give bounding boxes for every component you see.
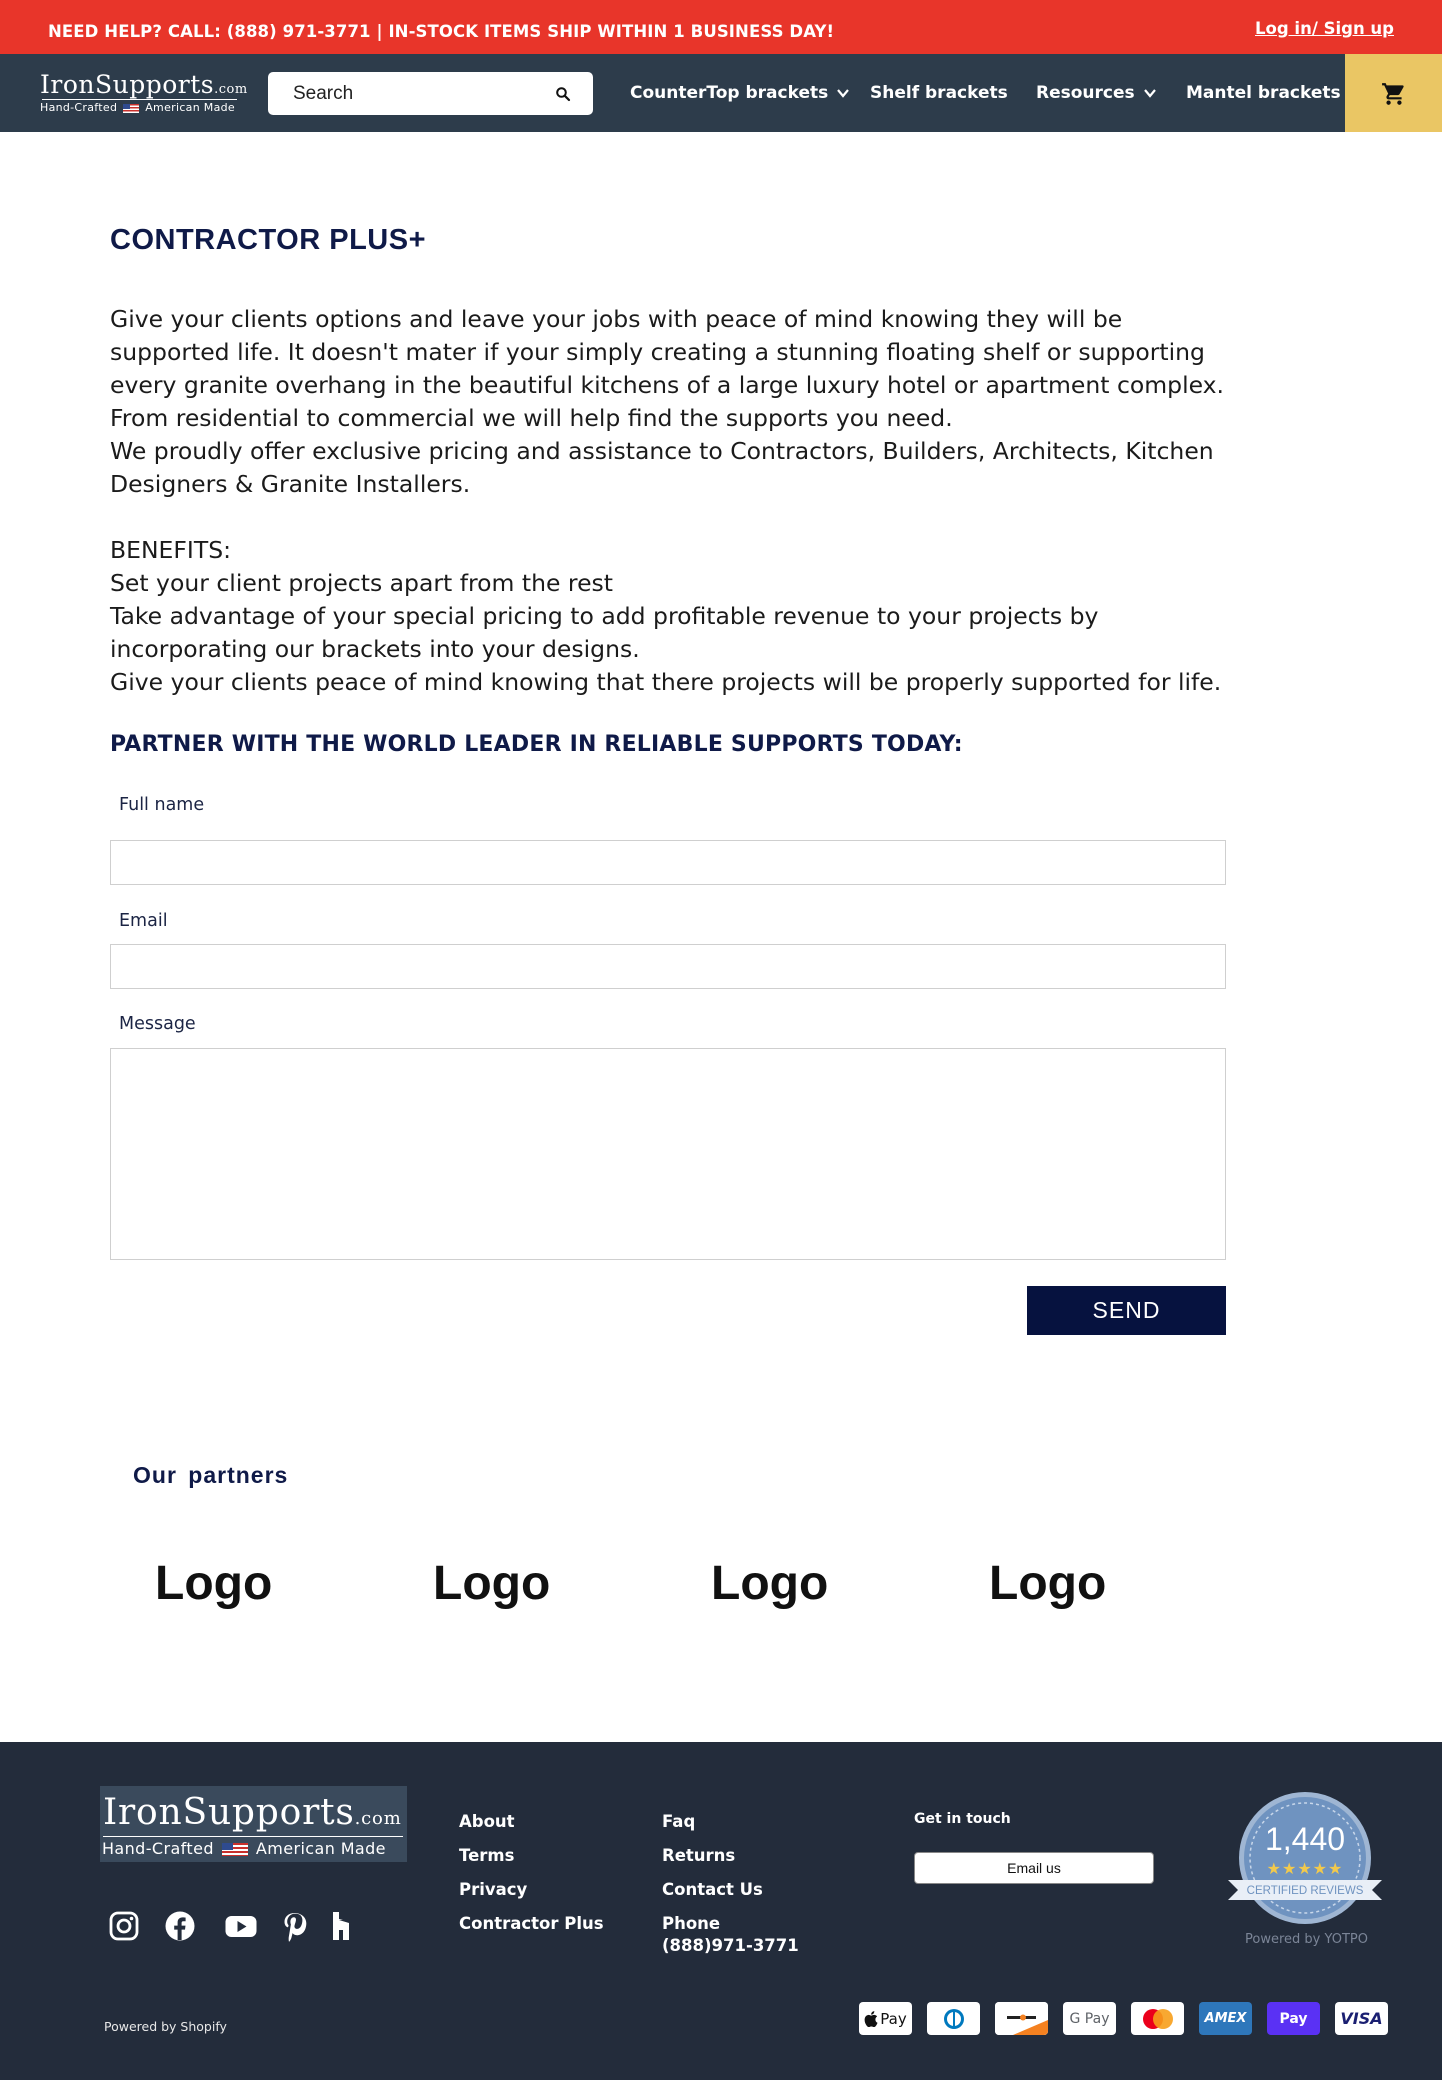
partner-cta-heading: PARTNER WITH THE WORLD LEADER IN RELIABL… xyxy=(110,732,963,757)
chevron-down-icon xyxy=(1143,89,1156,98)
message-textarea[interactable] xyxy=(110,1048,1226,1260)
login-signup-link[interactable]: Log in/ Sign up xyxy=(1255,19,1394,38)
announcement-bar: NEED HELP? CALL: (888) 971-3771 | IN-STO… xyxy=(0,0,1442,54)
partners-title: Our partners xyxy=(133,1462,289,1488)
announcement-text: NEED HELP? CALL: (888) 971-3771 | IN-STO… xyxy=(48,22,835,41)
google-pay-icon: G Pay xyxy=(1063,2002,1116,2035)
full-name-input[interactable] xyxy=(110,840,1226,885)
nav-countertop-brackets[interactable]: CounterTop brackets xyxy=(630,54,850,132)
benefits-heading: BENEFITS: xyxy=(110,536,232,564)
send-button[interactable]: SEND xyxy=(1027,1286,1226,1335)
amex-icon: AMEX xyxy=(1199,2002,1252,2035)
footer-link-privacy[interactable]: Privacy xyxy=(459,1880,527,1899)
apple-pay-icon: Pay xyxy=(859,2002,912,2035)
instagram-icon[interactable] xyxy=(108,1910,140,1942)
us-flag-icon xyxy=(221,1843,248,1856)
footer-link-about[interactable]: About xyxy=(459,1812,515,1831)
reviews-count: 1,440 xyxy=(1265,1821,1345,1857)
nav-mantel-brackets[interactable]: Mantel brackets xyxy=(1186,54,1341,132)
discover-icon xyxy=(995,2002,1048,2035)
footer-phone-label: Phone xyxy=(662,1914,721,1933)
mastercard-icon xyxy=(1131,2002,1184,2035)
logo-rule xyxy=(42,99,237,100)
benefit-item: Give your clients peace of mind knowing … xyxy=(110,668,1222,696)
message-label: Message xyxy=(119,1014,196,1034)
full-name-label: Full name xyxy=(119,795,205,815)
footer-link-terms[interactable]: Terms xyxy=(459,1846,514,1865)
diners-club-icon xyxy=(927,2002,980,2035)
us-flag-icon xyxy=(123,103,140,113)
search-input[interactable] xyxy=(268,72,538,115)
facebook-icon[interactable] xyxy=(164,1910,196,1942)
nav-resources[interactable]: Resources xyxy=(1036,54,1157,132)
houzz-icon[interactable] xyxy=(328,1910,354,1942)
reviews-label: CERTIFIED REVIEWS xyxy=(1247,1885,1364,1897)
nav-label: Shelf brackets xyxy=(870,83,1008,103)
page-title: CONTRACTOR PLUS+ xyxy=(110,224,427,256)
chevron-down-icon xyxy=(837,89,850,98)
apple-pay-label: Pay xyxy=(880,2009,907,2028)
footer-link-contractor-plus[interactable]: Contractor Plus xyxy=(459,1914,604,1933)
footer-logo-wordmark: IronSupports.com xyxy=(103,1792,402,1833)
stars-icon: ★★★★★ xyxy=(1267,1859,1344,1878)
footer-link-contact-us[interactable]: Contact Us xyxy=(662,1880,763,1899)
search-bar xyxy=(268,72,593,115)
shop-pay-icon: Pay xyxy=(1267,2002,1320,2035)
visa-icon: VISA xyxy=(1335,2002,1388,2035)
email-label: Email xyxy=(119,911,168,931)
powered-by-yotpo: Powered by YOTPO xyxy=(1245,1932,1368,1947)
nav-label: Mantel brackets xyxy=(1186,83,1341,103)
email-us-button[interactable]: Email us xyxy=(914,1852,1154,1884)
pinterest-icon[interactable] xyxy=(280,1910,308,1942)
footer-link-returns[interactable]: Returns xyxy=(662,1846,735,1865)
footer-phone-number[interactable]: (888)971-3771 xyxy=(662,1936,799,1955)
benefit-item: Set your client projects apart from the … xyxy=(110,569,613,597)
benefit-item: Take advantage of your special pricing t… xyxy=(110,602,1099,663)
partner-logo: Logo xyxy=(711,1557,829,1610)
logo-tagline: Hand-Crafted American Made xyxy=(40,101,235,114)
partner-logo: Logo xyxy=(433,1557,551,1610)
nav-label: Resources xyxy=(1036,83,1135,103)
badge-seal-icon xyxy=(1228,1792,1382,1924)
nav-label: CounterTop brackets xyxy=(630,83,829,103)
email-input[interactable] xyxy=(110,944,1226,989)
partner-logo: Logo xyxy=(989,1557,1107,1610)
youtube-icon[interactable] xyxy=(224,1910,258,1942)
powered-by-shopify-link[interactable]: Powered by Shopify xyxy=(104,2019,227,2034)
intro-content: Give your clients options and leave your… xyxy=(110,303,1240,699)
reviews-badge[interactable]: 1,440 ★★★★★ CERTIFIED REVIEWS xyxy=(1228,1790,1382,1930)
footer-logo-tagline: Hand-Crafted American Made xyxy=(102,1839,386,1858)
footer-logo-rule xyxy=(103,1836,403,1837)
cart-icon xyxy=(1382,83,1404,105)
search-icon[interactable] xyxy=(555,86,571,102)
intro-paragraph: Give your clients options and leave your… xyxy=(110,305,1225,498)
partner-logo: Logo xyxy=(155,1557,273,1610)
cart-button[interactable] xyxy=(1345,54,1442,132)
site-logo[interactable]: IronSupports.com Hand-Crafted American Ma… xyxy=(40,70,247,116)
nav-shelf-brackets[interactable]: Shelf brackets xyxy=(870,54,1008,132)
logo-wordmark: IronSupports.com xyxy=(40,70,248,99)
get-in-touch-heading: Get in touch xyxy=(914,1811,1011,1827)
footer-logo[interactable]: IronSupports.com Hand-Crafted American Ma… xyxy=(100,1786,407,1862)
footer-link-faq[interactable]: Faq xyxy=(662,1812,695,1831)
